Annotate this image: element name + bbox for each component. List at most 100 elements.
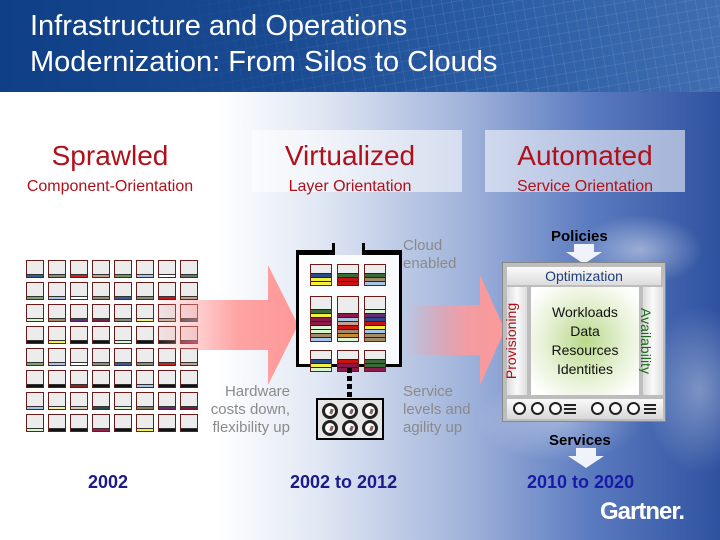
services-arrow-icon bbox=[568, 448, 604, 468]
virtual-stack bbox=[364, 264, 386, 286]
disk-icon bbox=[531, 402, 544, 415]
server-stripe bbox=[71, 274, 87, 277]
server-box bbox=[92, 282, 110, 300]
server-stripe bbox=[93, 296, 109, 299]
server-stripe bbox=[27, 362, 43, 365]
server-box bbox=[114, 348, 132, 366]
policies-label: Policies bbox=[551, 228, 608, 245]
server-box bbox=[26, 414, 44, 432]
server-stripe bbox=[115, 296, 131, 299]
note-line: Service bbox=[403, 383, 454, 400]
container-neck-right bbox=[362, 243, 365, 255]
gartner-logo: Gartner. bbox=[600, 498, 685, 525]
title-bar: Infrastructure and Operations Modernizat… bbox=[0, 0, 720, 92]
server-stripe bbox=[27, 406, 43, 409]
disk-icon bbox=[591, 402, 604, 415]
container-neck-left bbox=[332, 243, 335, 255]
server-stripe bbox=[27, 340, 43, 343]
layer-band bbox=[365, 337, 385, 341]
disk-icon bbox=[513, 402, 526, 415]
layer-band bbox=[311, 281, 331, 285]
stage-subtitle-sprawled: Component-Orientation bbox=[26, 178, 194, 195]
asset-item: Resources bbox=[551, 342, 619, 358]
server-box bbox=[114, 392, 132, 410]
server-stripe bbox=[181, 428, 197, 431]
server-stripe bbox=[93, 406, 109, 409]
server-box bbox=[92, 370, 110, 388]
server-box bbox=[114, 370, 132, 388]
period-sprawled: 2002 bbox=[88, 472, 129, 492]
server-box bbox=[48, 348, 66, 366]
virtual-stack bbox=[364, 296, 386, 342]
server-stripe bbox=[49, 340, 65, 343]
disk-icon bbox=[549, 402, 562, 415]
services-label: Services bbox=[549, 432, 611, 449]
server-stripe bbox=[115, 362, 131, 365]
server-stripe bbox=[93, 318, 109, 321]
server-box bbox=[92, 326, 110, 344]
server-stripe bbox=[71, 340, 87, 343]
server-box bbox=[70, 260, 88, 278]
server-box bbox=[70, 282, 88, 300]
disk-icon bbox=[362, 420, 378, 436]
asset-item: Data bbox=[570, 323, 600, 339]
server-box bbox=[158, 392, 176, 410]
optimization-bar: Optimization bbox=[507, 267, 661, 285]
virtual-stack bbox=[364, 350, 386, 372]
server-stripe bbox=[49, 296, 65, 299]
layer-band bbox=[338, 337, 358, 341]
note-line: agility up bbox=[403, 419, 463, 436]
server-stripe bbox=[27, 296, 43, 299]
managed-assets: Workloads Data Resources Identities bbox=[531, 287, 639, 395]
slide-title-line-1: Infrastructure and Operations bbox=[30, 10, 408, 42]
provisioning-bar: Provisioning bbox=[503, 287, 527, 395]
server-stripe bbox=[93, 362, 109, 365]
server-box bbox=[48, 370, 66, 388]
server-stripe bbox=[27, 428, 43, 431]
disk-icon bbox=[342, 403, 358, 419]
virtual-stack bbox=[337, 264, 359, 286]
server-stripe bbox=[115, 274, 131, 277]
server-box bbox=[70, 370, 88, 388]
period-virtualized: 2002 to 2012 bbox=[290, 472, 398, 492]
note-line: enabled bbox=[403, 255, 457, 272]
server-box bbox=[48, 304, 66, 322]
server-stripe bbox=[49, 318, 65, 321]
period-automated: 2010 to 2020 bbox=[527, 472, 635, 492]
disk-icon bbox=[627, 402, 640, 415]
hardware-costs-note: Hardware costs down, flexibility up bbox=[205, 383, 290, 437]
availability-bar: Availability bbox=[638, 287, 663, 395]
note-line: Cloud bbox=[403, 237, 443, 254]
server-box bbox=[92, 348, 110, 366]
server-box bbox=[114, 260, 132, 278]
server-box bbox=[180, 392, 198, 410]
note-line: costs down, bbox=[210, 401, 290, 418]
availability-label: Availability bbox=[637, 308, 654, 374]
slide-title-line-2: Modernization: From Silos to Clouds bbox=[30, 46, 498, 78]
server-box bbox=[26, 304, 44, 322]
server-box bbox=[180, 414, 198, 432]
server-box bbox=[70, 326, 88, 344]
service-levels-note: Service levels and agility up bbox=[403, 383, 471, 437]
server-stripe bbox=[115, 318, 131, 321]
stage-subtitle-automated: Service Orientation bbox=[516, 178, 654, 195]
cloud-enabled-note: Cloud enabled bbox=[403, 237, 456, 273]
server-stripe bbox=[27, 274, 43, 277]
server-box bbox=[114, 304, 132, 322]
note-line: levels and bbox=[403, 401, 471, 418]
server-stripe bbox=[71, 428, 87, 431]
server-stripe bbox=[93, 340, 109, 343]
server-box bbox=[92, 260, 110, 278]
server-stripe bbox=[49, 384, 65, 387]
server-box bbox=[114, 282, 132, 300]
server-stripe bbox=[27, 384, 43, 387]
server-stripe bbox=[137, 406, 153, 409]
server-stripe bbox=[71, 406, 87, 409]
server-box bbox=[48, 260, 66, 278]
slide: Infrastructure and Operations Modernizat… bbox=[0, 0, 720, 540]
server-box bbox=[92, 414, 110, 432]
server-stripe bbox=[49, 274, 65, 277]
layer-band bbox=[311, 337, 331, 341]
server-stripe bbox=[27, 318, 43, 321]
connector-line bbox=[347, 368, 352, 398]
